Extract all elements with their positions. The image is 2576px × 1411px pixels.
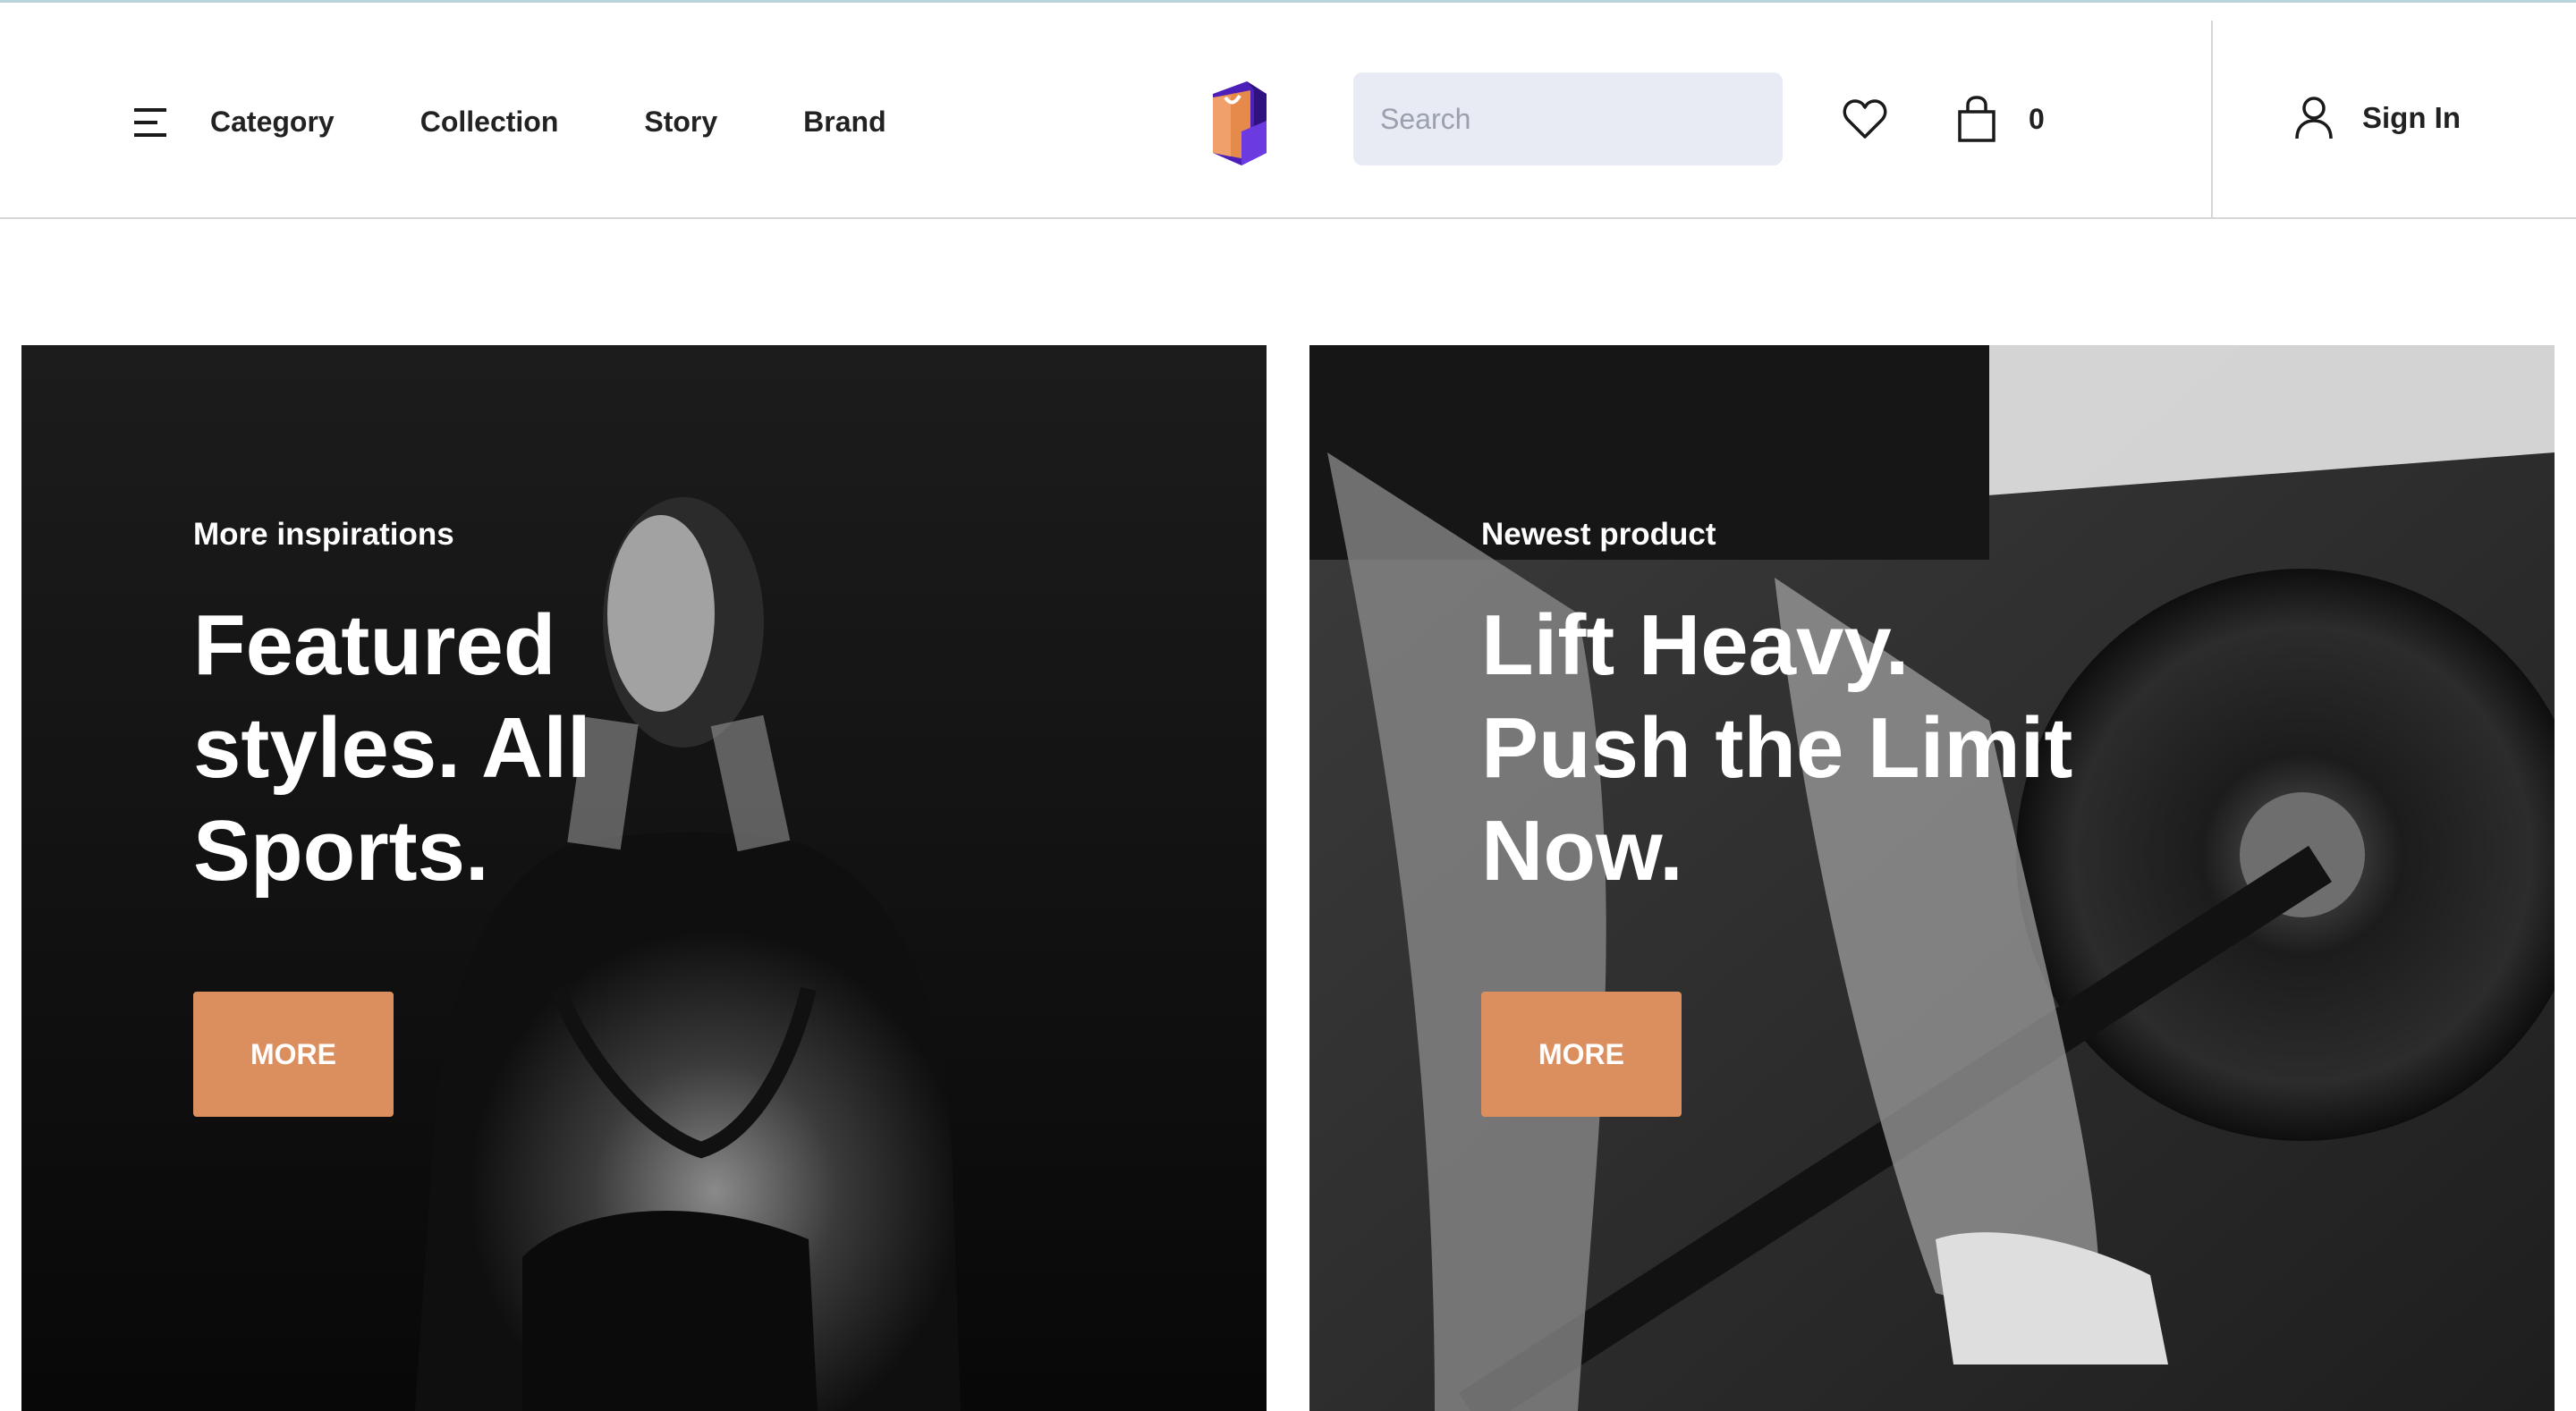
headline-line: Sports. (193, 803, 489, 899)
nav-brand[interactable]: Brand (803, 106, 886, 139)
hamburger-menu-icon[interactable] (134, 106, 170, 139)
brand-logo-icon[interactable] (1200, 78, 1272, 167)
more-button[interactable]: MORE (193, 992, 394, 1117)
card-headline: Featured styles. All Sports. (193, 594, 591, 902)
nav-category[interactable]: Category (210, 106, 335, 139)
hero-card-newest-product: Newest product Lift Heavy. Push the Limi… (1309, 345, 2555, 1411)
card-eyebrow: More inspirations (193, 517, 454, 552)
search-input[interactable] (1353, 72, 1783, 165)
headline-line: Featured (193, 597, 556, 693)
nav-collection[interactable]: Collection (420, 106, 559, 139)
card-headline: Lift Heavy. Push the Limit Now. (1481, 594, 2072, 902)
site-header: Category Collection Story Brand 0 Sign I… (0, 3, 2576, 219)
cart-count-badge: 0 (2029, 103, 2045, 135)
headline-line: Lift Heavy. (1481, 597, 1910, 693)
user-icon (2295, 97, 2333, 139)
hero-card-content: Newest product Lift Heavy. Push the Limi… (1481, 517, 2072, 1117)
sign-in-button[interactable]: Sign In (2294, 96, 2461, 140)
hero-card-inspirations: More inspirations Featured styles. All S… (21, 345, 1267, 1411)
header-divider (2211, 21, 2213, 219)
headline-line: styles. All (193, 700, 591, 796)
shopping-bag-icon[interactable] (1957, 96, 1996, 142)
sign-in-label: Sign In (2362, 101, 2461, 134)
hero-card-content: More inspirations Featured styles. All S… (193, 517, 591, 1117)
heart-icon[interactable] (1843, 99, 1887, 140)
nav-story[interactable]: Story (644, 106, 717, 139)
headline-line: Now. (1481, 803, 1683, 899)
card-eyebrow: Newest product (1481, 517, 1716, 552)
main-nav: Category Collection Story Brand (210, 99, 886, 144)
headline-line: Push the Limit (1481, 700, 2073, 796)
more-button[interactable]: MORE (1481, 992, 1682, 1117)
